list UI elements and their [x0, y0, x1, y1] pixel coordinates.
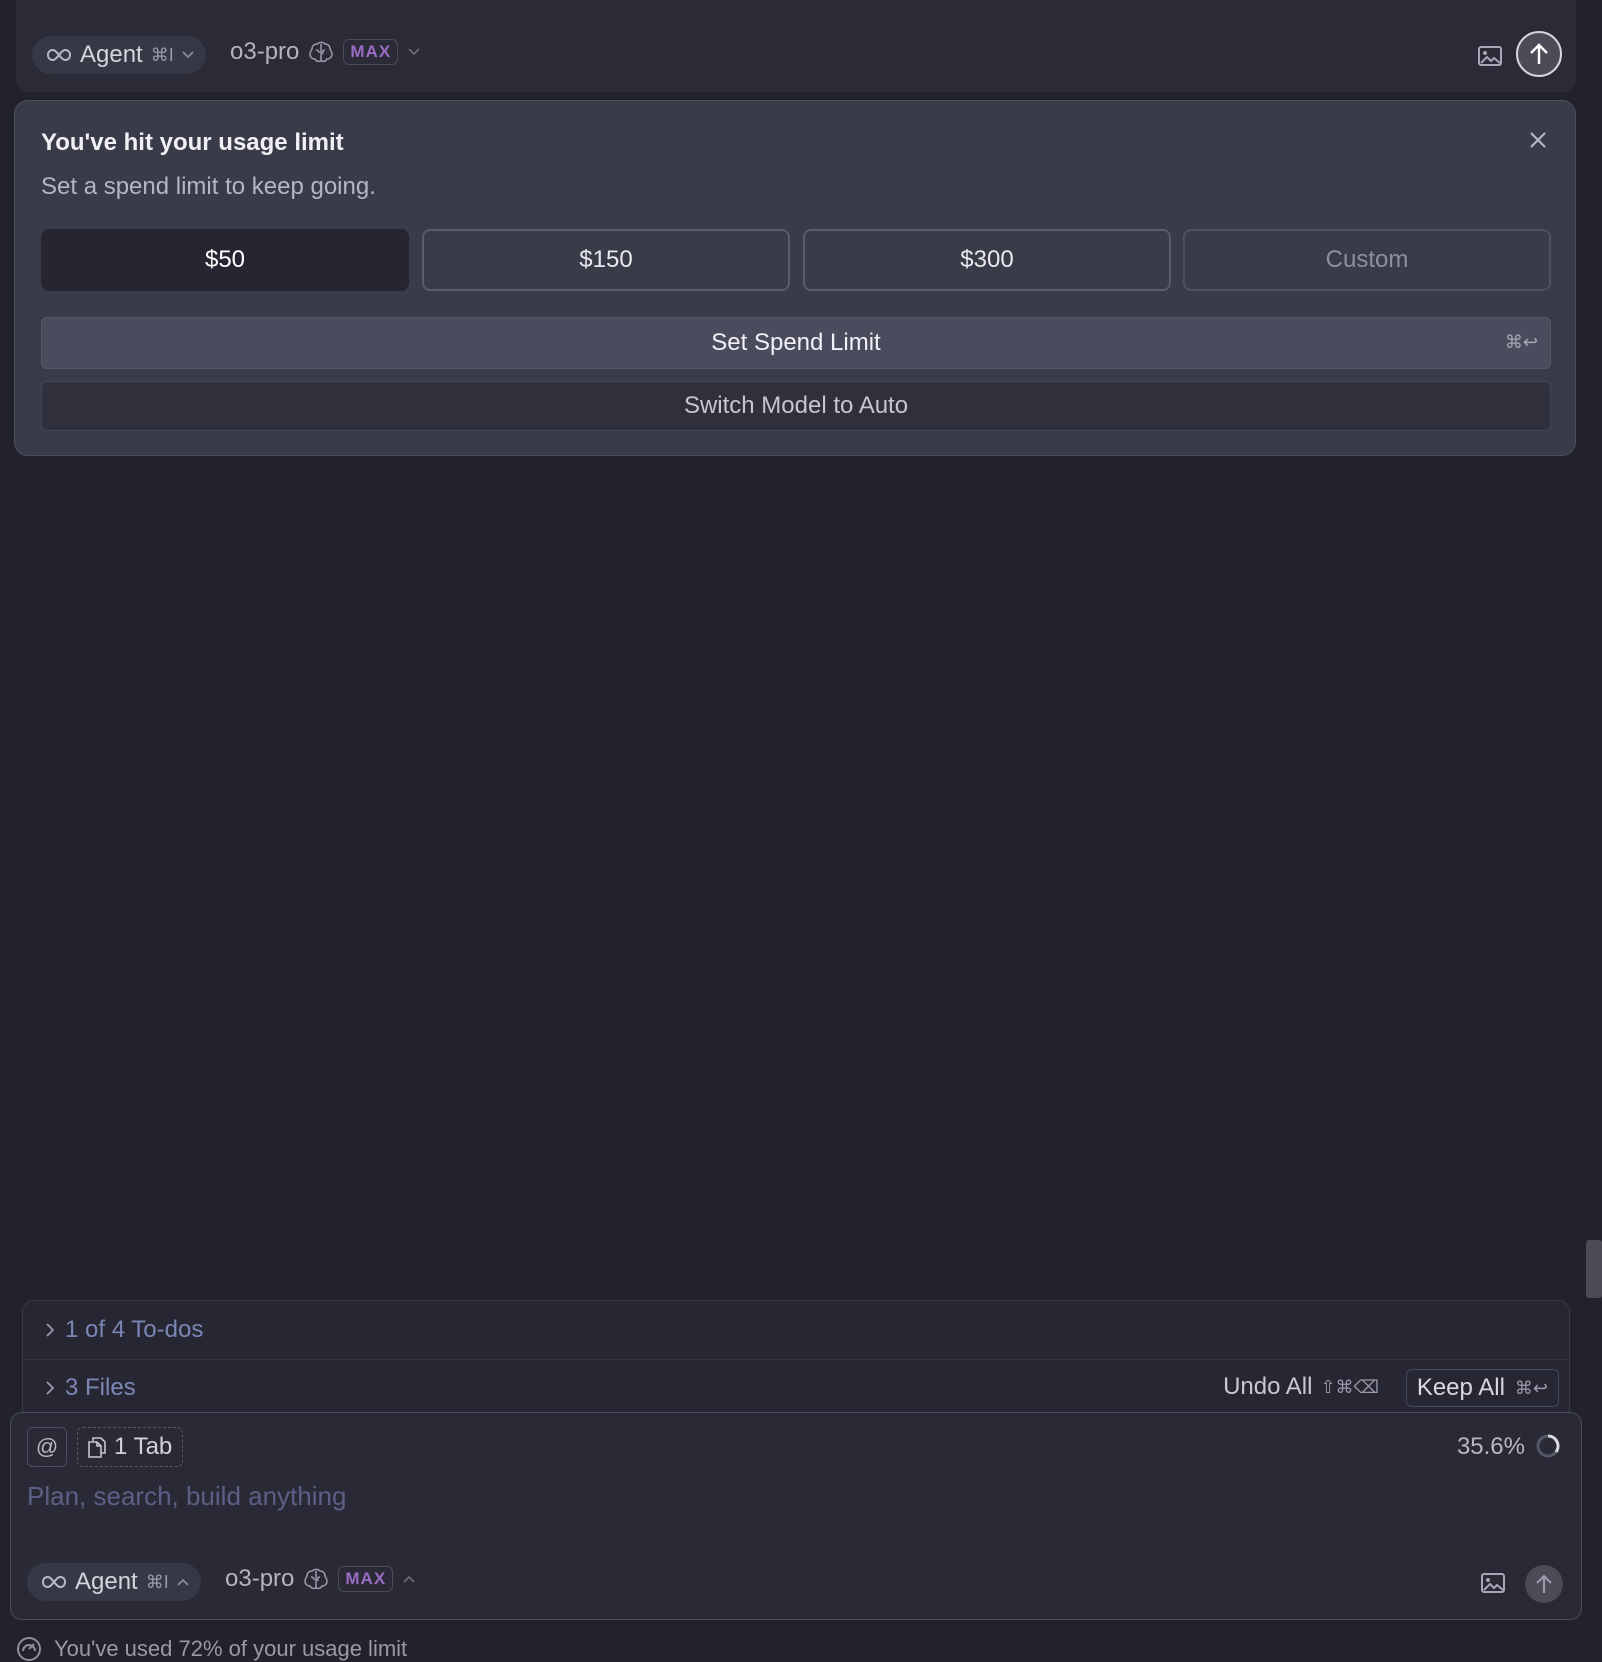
max-badge: MAX [338, 1566, 394, 1592]
files-icon [88, 1436, 106, 1458]
at-icon: @ [35, 1434, 59, 1459]
arrow-up-icon [1534, 1573, 1554, 1595]
max-badge: MAX [343, 39, 399, 65]
model-name: o3-pro [225, 1565, 295, 1592]
switch-model-auto-button[interactable]: Switch Model to Auto [41, 381, 1551, 431]
usage-limit-dialog: You've hit your usage limit Set a spend … [14, 100, 1576, 456]
close-icon [1529, 131, 1547, 149]
send-button[interactable] [1525, 1565, 1563, 1603]
context-usage-percent: 35.6% [1456, 1433, 1525, 1460]
infinity-icon [46, 48, 72, 62]
agent-mode-shortcut: ⌘I [150, 44, 174, 65]
usage-footer-text: You've used 72% of your usage limit [54, 1636, 408, 1661]
scrollbar-thumb[interactable] [1586, 1240, 1602, 1298]
agent-mode-shortcut: ⌘I [145, 1571, 169, 1592]
files-row[interactable]: 3 Files Undo All ⇧⌘⌫ Keep All ⌘↩ [23, 1359, 1569, 1417]
review-panel: 1 of 4 To-dos 3 Files Undo All ⇧⌘⌫ Keep … [22, 1300, 1570, 1420]
model-selector[interactable]: o3-pro MAX [225, 1565, 415, 1593]
keep-all-label: Keep All [1416, 1374, 1505, 1401]
undo-all-label: Undo All [1223, 1373, 1313, 1400]
set-spend-limit-button[interactable]: Set Spend Limit ⌘↩ [41, 317, 1551, 369]
usage-footer: You've used 72% of your usage limit [16, 1636, 407, 1662]
top-composer-bar: Agent ⌘I o3-pro MAX [16, 0, 1576, 92]
amount-option-custom[interactable]: Custom [1183, 229, 1551, 291]
agent-mode-selector[interactable]: Agent ⌘I [27, 1563, 201, 1601]
chevron-up-icon [403, 1575, 415, 1583]
context-tab-chip[interactable]: 1 Tab [77, 1427, 184, 1467]
chevron-right-icon [45, 1322, 55, 1338]
keep-all-shortcut: ⌘↩ [1514, 1377, 1548, 1398]
amount-option-50[interactable]: $50 [41, 229, 409, 291]
set-spend-limit-label: Set Spend Limit [711, 329, 881, 356]
chevron-right-icon [45, 1380, 55, 1396]
gauge-icon [16, 1636, 42, 1662]
agent-mode-selector[interactable]: Agent ⌘I [32, 36, 206, 74]
image-icon[interactable] [1478, 46, 1502, 66]
set-spend-limit-shortcut: ⌘↩ [1504, 332, 1538, 352]
spinner-icon [1535, 1433, 1561, 1459]
dialog-title: You've hit your usage limit [41, 129, 344, 156]
arrow-up-icon [1528, 42, 1550, 66]
agent-mode-label: Agent [75, 1568, 138, 1595]
keep-all-button[interactable]: Keep All ⌘↩ [1405, 1369, 1559, 1407]
brain-icon [309, 41, 334, 63]
tab-chip-label: 1 Tab [114, 1433, 173, 1460]
send-button[interactable] [1516, 31, 1562, 77]
chevron-up-icon [177, 1578, 189, 1586]
amount-option-300[interactable]: $300 [803, 229, 1171, 291]
agent-mode-label: Agent [80, 41, 143, 68]
amount-option-150[interactable]: $150 [422, 229, 790, 291]
chat-composer: @ 1 Tab 35.6% Plan, search, build anythi… [10, 1412, 1582, 1620]
todos-label: 1 of 4 To-dos [65, 1316, 204, 1343]
image-icon[interactable] [1481, 1573, 1505, 1593]
files-label: 3 Files [65, 1374, 136, 1401]
model-selector[interactable]: o3-pro MAX [230, 38, 420, 66]
mention-button[interactable]: @ [27, 1427, 67, 1467]
infinity-icon [41, 1575, 67, 1589]
todos-row[interactable]: 1 of 4 To-dos [23, 1301, 1569, 1360]
close-button[interactable] [1525, 127, 1551, 153]
brain-icon [304, 1568, 329, 1590]
model-name: o3-pro [230, 38, 300, 65]
undo-all-shortcut: ⇧⌘⌫ [1320, 1376, 1379, 1397]
dialog-subtitle: Set a spend limit to keep going. [41, 173, 376, 200]
prompt-input[interactable]: Plan, search, build anything [27, 1481, 346, 1512]
chevron-down-icon [408, 48, 420, 56]
undo-all-button[interactable]: Undo All ⇧⌘⌫ [1223, 1373, 1379, 1401]
chevron-down-icon [182, 51, 194, 59]
